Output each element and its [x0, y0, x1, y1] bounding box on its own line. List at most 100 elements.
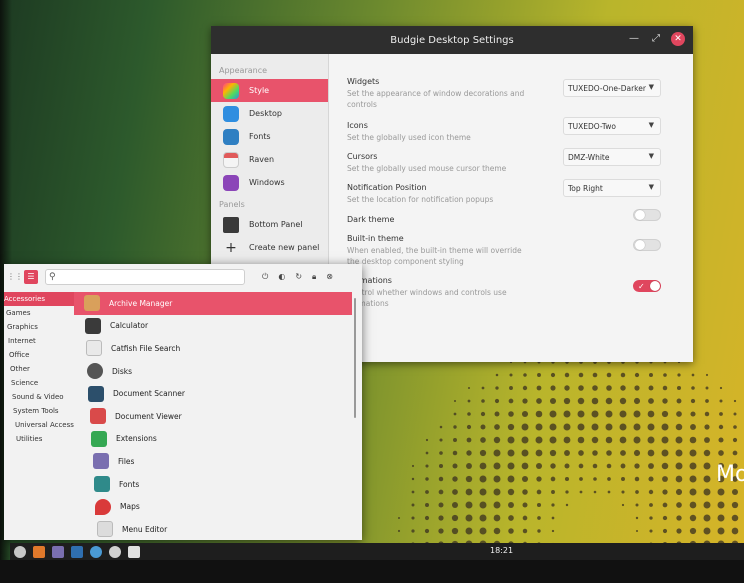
power-icon[interactable]: ⏻ [262, 272, 268, 282]
wallpaper-dot [731, 501, 739, 509]
category-list: Accessories Games Graphics Internet Offi… [4, 292, 74, 540]
logout-icon[interactable]: ⊗ [326, 272, 333, 282]
icon-theme-dropdown[interactable]: TUXEDO-Two ▼ [563, 117, 661, 135]
category-universal-access[interactable]: Universal Access [4, 418, 74, 432]
wallpaper-dot [691, 386, 695, 390]
category-system-tools[interactable]: System Tools [4, 404, 74, 418]
wallpaper-dot [578, 450, 584, 456]
app-label: Archive Manager [109, 298, 173, 308]
wallpaper-dot [466, 463, 472, 469]
notification-position-dropdown[interactable]: Top Right ▼ [563, 179, 661, 197]
app-item-extensions[interactable]: Extensions [74, 428, 352, 451]
sidebar-item-create-panel[interactable]: + Create new panel [211, 236, 328, 259]
restart-icon[interactable]: ↻ [295, 272, 302, 282]
animations-toggle[interactable]: ✓ [633, 280, 661, 292]
wallpaper-dot [606, 450, 612, 456]
app-item-document-viewer[interactable]: Document Viewer [74, 405, 352, 428]
firefox-icon[interactable] [33, 546, 45, 558]
wallpaper-dot [549, 449, 557, 457]
wallpaper-dot [717, 488, 725, 496]
extensions-icon [91, 430, 107, 447]
category-other[interactable]: Other [4, 362, 74, 376]
maximize-icon[interactable]: ⤢ [649, 32, 663, 46]
wallpaper-dot [493, 462, 501, 470]
category-accessories[interactable]: Accessories [4, 292, 74, 306]
sidebar-item-bottom-panel[interactable]: Bottom Panel [211, 213, 328, 236]
wallpaper-dot [648, 489, 654, 495]
terminal-icon[interactable] [71, 546, 83, 558]
category-sound-video[interactable]: Sound & Video [4, 390, 74, 404]
menu-search-input[interactable] [58, 272, 239, 282]
wallpaper-dot [662, 398, 668, 404]
category-internet[interactable]: Internet [4, 334, 74, 348]
lock-icon[interactable]: 🔒︎ [312, 272, 316, 282]
category-graphics[interactable]: Graphics [4, 320, 74, 334]
app-item-disks[interactable]: Disks [74, 360, 352, 383]
dropdown-value: Top Right [568, 183, 603, 193]
cursor-theme-dropdown[interactable]: DMZ-White ▼ [563, 148, 661, 166]
panel-icon [223, 216, 239, 233]
minimize-icon[interactable]: — [627, 32, 641, 46]
app-list-scrollbar[interactable] [354, 298, 356, 418]
wallpaper-dot [607, 490, 611, 494]
wallpaper-dot [717, 501, 725, 509]
wallpaper-dot [564, 463, 570, 469]
sidebar-item-style[interactable]: Style [211, 79, 328, 102]
wallpaper-dot [507, 462, 515, 470]
wallpaper-dot [690, 411, 696, 417]
dropdown-value: DMZ-White [568, 152, 610, 162]
menu-toolbar: ⋮⋮ ☰ ⚲ ⏻ ◐ ↻ 🔒︎ ⊗ [4, 264, 362, 290]
catfish-icon [86, 340, 102, 357]
settings-titlebar[interactable]: Budgie Desktop Settings — ⤢ ✕ [211, 26, 693, 54]
wallpaper-dot [704, 424, 710, 430]
app-item-files[interactable]: Files [74, 450, 352, 473]
menu-icon[interactable] [14, 546, 26, 558]
category-utilities[interactable]: Utilities [4, 432, 74, 446]
windows-icon [223, 174, 239, 191]
dark-theme-toggle[interactable] [633, 209, 661, 221]
wallpaper-dot [620, 385, 626, 391]
wallpaper-dot [605, 436, 613, 444]
menu-search-box[interactable]: ⚲ [45, 269, 245, 285]
wallpaper-dot [633, 449, 641, 457]
wallpaper-dot [522, 398, 528, 404]
wallpaper-dot [703, 501, 711, 509]
wallpaper-dot [480, 411, 486, 417]
wallpaper-dot [439, 438, 443, 442]
wallpaper-dot [424, 515, 430, 521]
app-item-calculator[interactable]: Calculator [74, 315, 352, 338]
builtin-theme-toggle[interactable] [633, 239, 661, 251]
app-item-catfish[interactable]: Catfish File Search [74, 337, 352, 360]
app-item-archive-manager[interactable]: Archive Manager [74, 292, 352, 315]
wallpaper-dot [661, 423, 669, 431]
wallpaper-dot [549, 410, 557, 418]
wallpaper-dot [411, 529, 415, 533]
panel-clock[interactable]: 18:21 [490, 546, 513, 555]
suspend-icon[interactable]: ◐ [278, 272, 285, 282]
widgets-theme-dropdown[interactable]: TUXEDO-One-Darker ▼ [563, 79, 661, 97]
app-item-menu-editor[interactable]: Menu Editor [74, 518, 352, 541]
sidebar-item-fonts[interactable]: Fonts [211, 125, 328, 148]
category-games[interactable]: Games [4, 306, 74, 320]
app-item-document-scanner[interactable]: Document Scanner [74, 382, 352, 405]
category-office[interactable]: Office [4, 348, 74, 362]
wallpaper-dot [508, 528, 514, 534]
wallpaper-dot [480, 424, 486, 430]
app-item-maps[interactable]: Maps [74, 495, 352, 518]
files-icon[interactable] [52, 546, 64, 558]
sidebar-item-windows[interactable]: Windows [211, 171, 328, 194]
screenshot-icon[interactable] [128, 546, 140, 558]
wallpaper-dot [732, 437, 738, 443]
setting-title: Animations [347, 276, 392, 285]
category-science[interactable]: Science [4, 376, 74, 390]
sidebar-item-raven[interactable]: Raven [211, 148, 328, 171]
grid-view-icon[interactable]: ⋮⋮ [7, 270, 23, 284]
wallpaper-dot [535, 436, 543, 444]
close-icon[interactable]: ✕ [671, 32, 685, 46]
app-item-fonts[interactable]: Fonts [74, 473, 352, 496]
wallpaper-dot [662, 489, 668, 495]
settings-icon[interactable] [109, 546, 121, 558]
browser-icon[interactable] [90, 546, 102, 558]
sidebar-item-desktop[interactable]: Desktop [211, 102, 328, 125]
list-view-icon[interactable]: ☰ [24, 270, 38, 284]
